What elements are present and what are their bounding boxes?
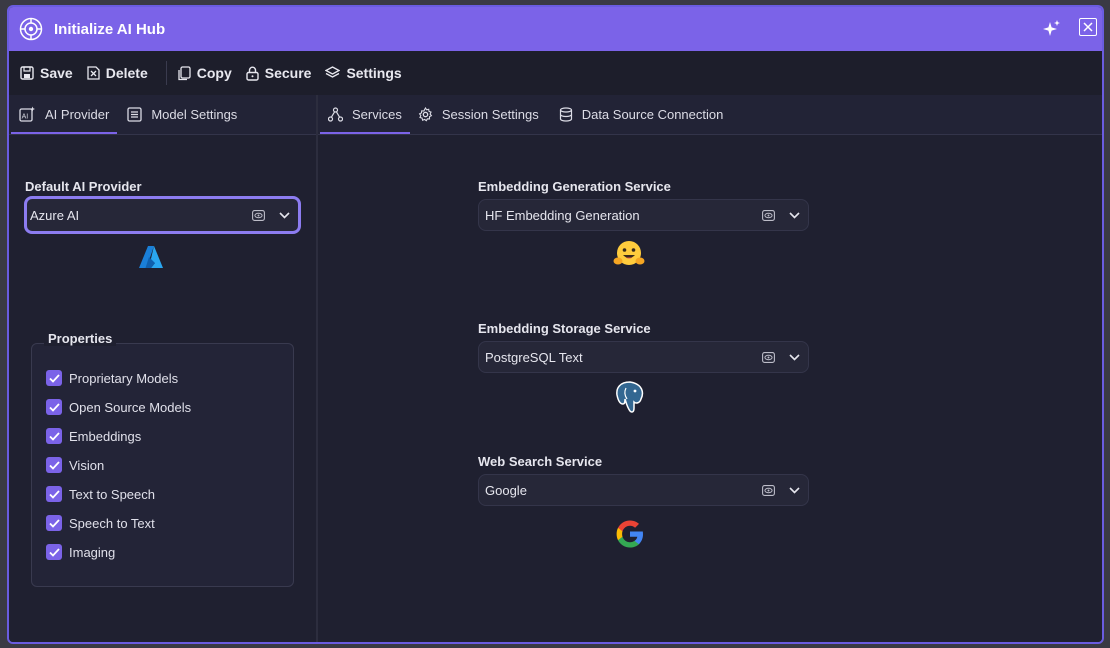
database-icon: [559, 106, 572, 122]
chevron-down-icon: [789, 353, 800, 361]
check-imaging[interactable]: Imaging: [46, 544, 115, 560]
checkbox[interactable]: [46, 457, 62, 473]
toolbar: Save Delete Copy Secure Settings: [9, 51, 1102, 96]
right-tab-bar: Services Session Settings Data Source Co…: [318, 95, 1102, 135]
check-icon: [48, 460, 60, 470]
tab-services[interactable]: Services: [320, 96, 410, 134]
secure-button[interactable]: Secure: [246, 65, 312, 81]
layers-icon: [325, 66, 341, 78]
check-vision[interactable]: Vision: [46, 457, 104, 473]
tab-session-settings[interactable]: Session Settings: [410, 96, 547, 134]
sparkle-icon[interactable]: [1042, 19, 1062, 39]
delete-icon: [87, 66, 100, 80]
hub-icon: [19, 17, 43, 41]
embedding-storage-label: Embedding Storage Service: [478, 321, 651, 336]
check-icon: [48, 373, 60, 383]
toolbar-divider: [165, 61, 167, 85]
copy-label: Copy: [196, 65, 232, 81]
embedding-storage-value: PostgreSQL Text: [485, 349, 583, 365]
embedding-storage-select[interactable]: PostgreSQL Text: [478, 341, 809, 373]
check-label: Proprietary Models: [69, 370, 179, 386]
web-search-select[interactable]: Google: [478, 474, 809, 506]
eye-icon[interactable]: [762, 351, 775, 363]
eye-icon[interactable]: [762, 209, 775, 221]
check-icon: [48, 431, 60, 441]
properties-group: Proprietary Models Open Source Models Em…: [31, 343, 294, 587]
left-tab-bar: AI AI Provider Model Settings: [9, 95, 316, 135]
check-icon: [48, 489, 60, 499]
embedding-generation-value: HF Embedding Generation: [485, 207, 640, 223]
tab-services-label: Services: [352, 106, 402, 122]
settings-label: Settings: [346, 65, 402, 81]
ai-icon: AI: [19, 106, 35, 122]
default-provider-select[interactable]: Azure AI: [24, 196, 301, 234]
check-icon: [48, 518, 60, 528]
checkbox[interactable]: [46, 486, 62, 502]
save-label: Save: [40, 65, 73, 81]
check-label: Open Source Models: [69, 399, 192, 415]
lock-icon: [246, 66, 259, 81]
eye-icon[interactable]: [252, 209, 265, 221]
check-label: Vision: [69, 457, 105, 473]
secure-label: Secure: [264, 65, 312, 81]
window-title: Initialize AI Hub: [54, 20, 166, 38]
gear-icon: [418, 106, 433, 122]
tab-ai-provider[interactable]: AI AI Provider: [11, 96, 118, 134]
postgresql-logo: [616, 381, 644, 413]
check-label: Text to Speech: [69, 486, 155, 502]
default-provider-label: Default AI Provider: [25, 179, 142, 194]
checkbox[interactable]: [46, 428, 62, 444]
checkbox[interactable]: [46, 544, 62, 560]
check-open-source-models[interactable]: Open Source Models: [46, 399, 191, 415]
check-label: Imaging: [69, 544, 116, 560]
azure-logo: [139, 246, 163, 268]
app-window: Initialize AI Hub Save Delete Copy Secur…: [7, 5, 1104, 644]
right-panel: Services Session Settings Data Source Co…: [318, 95, 1102, 642]
web-search-value: Google: [485, 482, 527, 498]
embedding-generation-select[interactable]: HF Embedding Generation: [478, 199, 809, 231]
tab-data-source-connection[interactable]: Data Source Connection: [551, 96, 732, 134]
save-button[interactable]: Save: [20, 65, 73, 81]
check-speech-to-text[interactable]: Speech to Text: [46, 515, 155, 531]
chevron-down-icon: [789, 486, 800, 494]
check-icon: [48, 402, 60, 412]
embedding-generation-label: Embedding Generation Service: [478, 179, 671, 194]
check-label: Speech to Text: [69, 515, 155, 531]
svg-text:AI: AI: [22, 113, 29, 120]
tab-ai-provider-label: AI Provider: [45, 106, 110, 122]
list-icon: [127, 106, 142, 122]
eye-icon[interactable]: [762, 484, 775, 496]
checkbox[interactable]: [46, 515, 62, 531]
tab-data-source-connection-label: Data Source Connection: [581, 106, 724, 122]
check-label: Embeddings: [69, 428, 142, 444]
close-icon: [1083, 22, 1093, 32]
delete-label: Delete: [105, 65, 148, 81]
close-button[interactable]: [1079, 18, 1097, 36]
checkbox[interactable]: [46, 370, 62, 386]
title-bar: Initialize AI Hub: [9, 7, 1102, 51]
check-icon: [48, 547, 60, 557]
settings-button[interactable]: Settings: [325, 65, 402, 81]
save-icon: [20, 66, 34, 80]
check-embeddings[interactable]: Embeddings: [46, 428, 141, 444]
copy-button[interactable]: Copy: [177, 65, 232, 81]
check-text-to-speech[interactable]: Text to Speech: [46, 486, 155, 502]
tab-session-settings-label: Session Settings: [441, 106, 539, 122]
google-logo: [616, 520, 643, 548]
chevron-down-icon: [279, 211, 290, 219]
network-icon: [328, 106, 343, 122]
default-provider-value: Azure AI: [30, 207, 80, 223]
copy-icon: [178, 65, 191, 80]
checkbox[interactable]: [46, 399, 62, 415]
check-proprietary-models[interactable]: Proprietary Models: [46, 370, 178, 386]
huggingface-logo: [613, 241, 645, 265]
tab-model-settings-label: Model Settings: [151, 106, 238, 122]
tab-model-settings[interactable]: Model Settings: [119, 96, 245, 134]
delete-button[interactable]: Delete: [87, 65, 148, 81]
chevron-down-icon: [789, 211, 800, 219]
web-search-label: Web Search Service: [478, 454, 603, 469]
properties-title: Properties: [44, 331, 117, 346]
left-panel: AI AI Provider Model Settings Default AI…: [9, 95, 318, 642]
